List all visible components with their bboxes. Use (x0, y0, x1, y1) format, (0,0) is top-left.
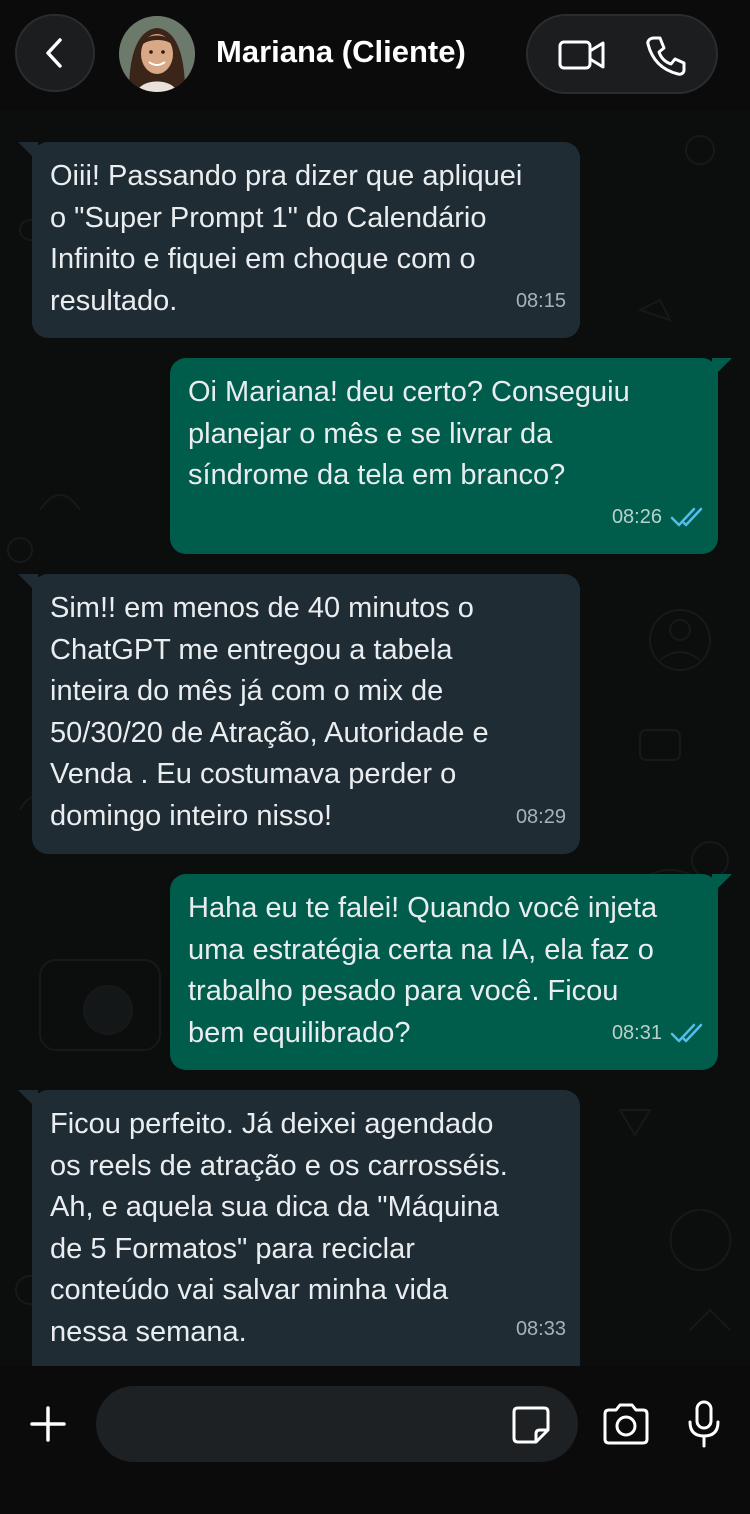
avatar[interactable] (119, 16, 195, 92)
sticker-icon[interactable] (510, 1404, 552, 1446)
chevron-left-icon (46, 38, 62, 68)
double-check-read-icon (670, 1024, 703, 1043)
microphone-icon[interactable] (684, 1400, 724, 1448)
bubble-tail (18, 1090, 38, 1110)
message-time: 08:15 (515, 289, 566, 312)
message-list[interactable]: Oiii! Passando pra dizer que apliquei o … (0, 110, 750, 1366)
message-bubble-incoming[interactable]: Ficou perfeito. Já deixei agendado os re… (18, 1090, 580, 1366)
message-bubble-incoming[interactable]: Oiii! Passando pra dizer que apliquei o … (18, 142, 580, 338)
bubble-tail (712, 874, 732, 894)
double-check-read-icon (670, 508, 703, 527)
video-camera-icon[interactable] (558, 38, 606, 72)
bubble-tail (18, 574, 38, 594)
bubble-tail (18, 142, 38, 162)
message-time: 08:29 (515, 805, 566, 828)
message-text: Oi Mariana! deu certo? Conseguiu planeja… (188, 376, 630, 491)
message-time: 08:31 (612, 1013, 704, 1055)
message-bubble-outgoing[interactable]: Haha eu te falei! Quando você injeta uma… (170, 874, 732, 1070)
message-time: 08:33 (515, 1317, 566, 1340)
plus-icon[interactable] (28, 1404, 68, 1444)
phone-icon[interactable] (644, 34, 688, 78)
bubble-tail (712, 358, 732, 378)
message-bubble-outgoing[interactable]: Oi Mariana! deu certo? Conseguiu planeja… (170, 358, 732, 554)
chat-header: Mariana (Cliente) (0, 0, 750, 110)
message-text: Ficou perfeito. Já deixei agendado os re… (50, 1108, 508, 1348)
message-text: Oiii! Passando pra dizer que apliquei o … (50, 160, 523, 317)
message-bubble-incoming[interactable]: Sim!! em menos de 40 minutos o ChatGPT m… (18, 574, 580, 854)
message-input[interactable] (96, 1386, 578, 1462)
message-text: Sim!! em menos de 40 minutos o ChatGPT m… (50, 592, 489, 832)
contact-name[interactable]: Mariana (Cliente) (216, 34, 466, 70)
message-time: 08:26 (612, 497, 704, 539)
call-actions (526, 14, 718, 94)
back-button[interactable] (15, 14, 95, 92)
avatar-image (119, 16, 195, 92)
camera-icon[interactable] (601, 1402, 651, 1446)
